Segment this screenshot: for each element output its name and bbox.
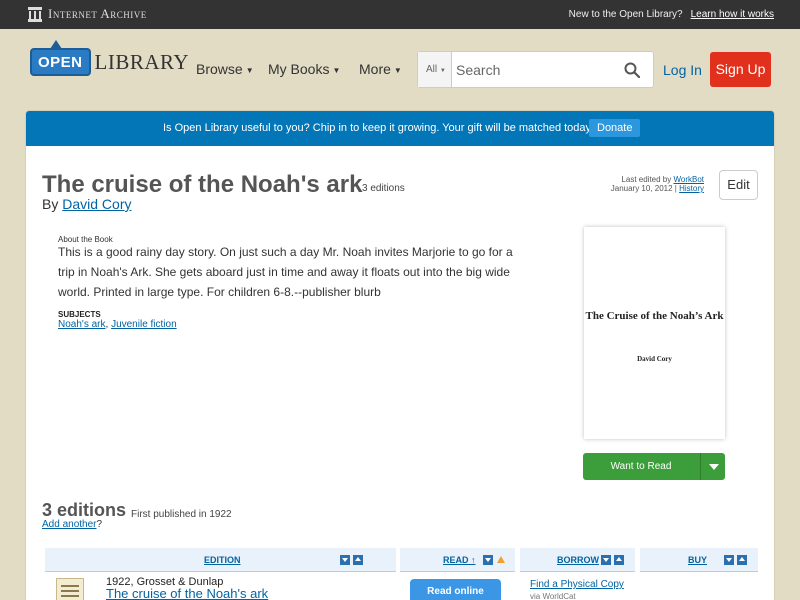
cover-title: The Cruise of the Noah’s Ark: [585, 310, 724, 322]
sort-up-icon[interactable]: [614, 555, 624, 565]
book-description: This is a good rainy day story. On just …: [58, 245, 513, 299]
read-column-link[interactable]: READ ↑: [443, 555, 476, 565]
want-to-read-button[interactable]: Want to Read: [583, 453, 725, 480]
first-published: First published in 1922: [131, 509, 232, 520]
edition-cover-thumbnail[interactable]: [56, 578, 84, 600]
new-user-text: New to the Open Library?: [568, 9, 683, 20]
browse-menu-label: Browse: [196, 61, 243, 77]
search-icon[interactable]: [624, 62, 640, 78]
sort-down-icon[interactable]: [483, 555, 493, 565]
more-menu[interactable]: More ▼: [359, 61, 402, 77]
subjects-list: Noah's ark, Juvenile fiction: [58, 319, 177, 330]
author-link[interactable]: David Cory: [62, 196, 131, 212]
byline: By David Cory: [42, 196, 131, 212]
book-cover[interactable]: The Cruise of the Noah’s Ark David Cory: [584, 227, 725, 439]
logo-open-tag: OPEN: [30, 40, 91, 76]
search-input[interactable]: [456, 61, 606, 79]
search-bar: All ▼: [417, 51, 654, 88]
editions-count: 3 editions: [362, 183, 405, 194]
internet-archive-logo-text: Internet Archive: [48, 6, 147, 21]
edit-button[interactable]: Edit: [719, 170, 758, 200]
login-link[interactable]: Log In: [663, 62, 702, 78]
last-edited-user-link[interactable]: WorkBot: [673, 175, 704, 184]
want-to-read-label: Want to Read: [610, 461, 672, 472]
caret-down-icon: ▼: [393, 65, 402, 75]
history-link[interactable]: History: [679, 184, 704, 193]
search-scope-label: All: [426, 64, 438, 75]
last-edited-prefix: Last edited by: [621, 175, 672, 184]
read-online-button[interactable]: Read online: [410, 579, 501, 600]
edition-column-link[interactable]: EDITION: [204, 555, 241, 565]
caret-down-icon: ▼: [245, 65, 254, 75]
editions-heading: 3 editions: [42, 500, 127, 520]
internet-archive-logo[interactable]: Internet Archive: [28, 6, 147, 22]
add-another-container: Add another?: [42, 519, 103, 530]
internet-archive-bar: Internet Archive New to the Open Library…: [0, 0, 800, 29]
column-header-borrow: BORROW: [520, 548, 635, 572]
sort-down-icon[interactable]: [340, 555, 350, 565]
subjects-label: SUBJECTS: [58, 310, 101, 319]
open-library-logo[interactable]: OPEN LIBRARY: [30, 40, 190, 76]
browse-menu[interactable]: Browse ▼: [196, 61, 254, 77]
last-edited-date: January 10, 2012: [610, 184, 673, 193]
via-worldcat: via WorldCat: [530, 592, 576, 600]
caret-down-icon: [709, 464, 719, 470]
donate-message: Is Open Library useful to you? Chip in t…: [163, 122, 595, 134]
borrow-column-link[interactable]: BORROW: [557, 555, 599, 565]
sort-up-icon[interactable]: [737, 555, 747, 565]
reading-list-dropdown[interactable]: [700, 453, 725, 480]
buy-column-link[interactable]: BUY: [688, 555, 707, 565]
by-label: By: [42, 196, 59, 212]
signup-button[interactable]: Sign Up: [710, 52, 771, 87]
add-another-link[interactable]: Add another: [42, 519, 97, 530]
archive-building-icon: [28, 6, 42, 22]
column-header-read: READ ↑: [400, 548, 515, 572]
caret-down-icon: ▼: [439, 68, 446, 74]
donate-banner: Is Open Library useful to you? Chip in t…: [26, 111, 774, 146]
sort-up-icon[interactable]: [353, 555, 363, 565]
new-user-prompt: New to the Open Library? Learn how it wor…: [569, 9, 774, 20]
learn-how-link[interactable]: Learn how it works: [691, 9, 774, 20]
column-header-edition: EDITION: [45, 548, 396, 572]
logo-library-text: LIBRARY: [94, 49, 190, 74]
donate-button[interactable]: Donate: [589, 119, 641, 137]
column-header-buy: BUY: [640, 548, 758, 572]
subject-link[interactable]: Juvenile fiction: [111, 319, 177, 330]
sort-down-icon[interactable]: [601, 555, 611, 565]
caret-down-icon: ▼: [332, 65, 341, 75]
edition-title-link[interactable]: The cruise of the Noah's ark: [106, 586, 268, 600]
my-books-menu-label: My Books: [268, 61, 330, 77]
search-scope-select[interactable]: All ▼: [418, 52, 452, 87]
my-books-menu[interactable]: My Books ▼: [268, 61, 340, 77]
sort-down-icon[interactable]: [724, 555, 734, 565]
find-physical-copy-link[interactable]: Find a Physical Copy: [530, 579, 624, 590]
sort-up-active-icon[interactable]: [497, 556, 505, 563]
cover-author: David Cory: [637, 355, 672, 363]
more-menu-label: More: [359, 61, 391, 77]
work-panel: Is Open Library useful to you? Chip in t…: [25, 110, 775, 600]
last-edited-info: Last edited by WorkBot January 10, 2012 …: [610, 175, 704, 193]
book-title: The cruise of the Noah's ark: [42, 171, 363, 198]
subject-link[interactable]: Noah's ark: [58, 319, 106, 330]
